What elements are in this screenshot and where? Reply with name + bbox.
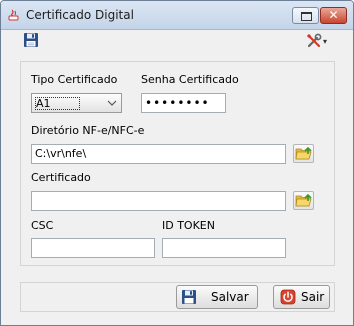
senha-certificado-label: Senha Certificado xyxy=(141,73,239,86)
certificado-digital-window: Certificado Digital ✕ ▾ Tipo Certificado… xyxy=(0,0,354,326)
sair-label: Sair xyxy=(301,290,325,304)
chevron-down-icon xyxy=(107,100,117,106)
tools-menu-button[interactable]: ▾ xyxy=(306,33,336,49)
salvar-label: Salvar xyxy=(211,290,249,304)
browse-diretorio-button[interactable] xyxy=(293,144,314,163)
tipo-certificado-value: A1 xyxy=(35,97,80,110)
title-bar[interactable]: Certificado Digital ✕ xyxy=(1,1,353,30)
restore-icon xyxy=(301,12,312,21)
window-title: Certificado Digital xyxy=(26,8,134,22)
csc-field[interactable] xyxy=(31,238,155,258)
tipo-certificado-select[interactable]: A1 xyxy=(31,93,122,113)
csc-label: CSC xyxy=(31,219,54,232)
tipo-certificado-label: Tipo Certificado xyxy=(31,73,118,86)
folder-open-icon xyxy=(295,146,312,160)
chevron-down-icon: ▾ xyxy=(323,37,328,46)
id-token-label: ID TOKEN xyxy=(162,219,215,232)
folder-open-icon xyxy=(295,193,312,207)
diretorio-field[interactable]: C:\vr\nfe\ xyxy=(31,144,286,164)
sair-button[interactable]: Sair xyxy=(273,285,330,309)
close-icon: ✕ xyxy=(328,8,339,22)
maximize-button[interactable] xyxy=(292,7,319,24)
exit-icon xyxy=(280,289,296,305)
close-button[interactable]: ✕ xyxy=(320,7,347,24)
browse-certificado-button[interactable] xyxy=(293,191,314,210)
floppy-disk-icon[interactable] xyxy=(23,32,39,48)
floppy-disk-icon xyxy=(182,290,196,304)
tools-icon xyxy=(306,33,322,48)
diretorio-label: Diretório NF-e/NFC-e xyxy=(31,124,145,137)
id-token-field[interactable] xyxy=(162,238,286,258)
certificado-label: Certificado xyxy=(31,171,91,184)
certificado-field[interactable] xyxy=(31,191,286,211)
java-app-icon xyxy=(8,9,19,21)
salvar-button[interactable]: Salvar xyxy=(176,285,258,309)
senha-certificado-field[interactable]: •••••••• xyxy=(141,93,226,113)
